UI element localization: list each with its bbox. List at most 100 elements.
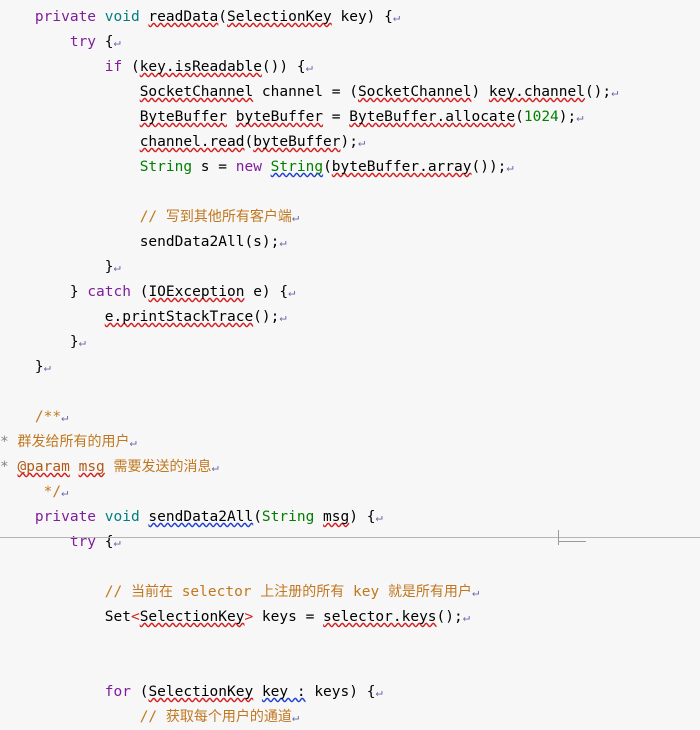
code-token: try xyxy=(69,34,97,50)
code-token: byteBuffer.array xyxy=(331,159,472,175)
code-line[interactable]: if (key.isReadable()) {↵ xyxy=(0,55,700,80)
code-listing[interactable]: private void readData(SelectionKey key) … xyxy=(0,0,700,730)
code-token: e.printStackTrace xyxy=(104,309,254,325)
code-line[interactable]: ByteBuffer byteBuffer = ByteBuffer.alloc… xyxy=(0,105,700,130)
code-token: // xyxy=(139,209,166,225)
code-token: void xyxy=(104,509,140,525)
code-token: msg xyxy=(323,509,350,525)
code-token: * xyxy=(0,459,9,475)
code-line[interactable]: sendData2All(s);↵ xyxy=(0,230,700,255)
code-line[interactable] xyxy=(0,380,700,405)
code-token: Set xyxy=(104,609,131,625)
code-token: key.isReadable xyxy=(139,59,262,75)
paragraph-mark-icon: ↵ xyxy=(576,110,584,124)
code-token: channel.read xyxy=(139,134,245,150)
code-token: e) { xyxy=(244,284,289,300)
code-token: 获取每个用户的通道 xyxy=(165,709,292,725)
paragraph-mark-icon: ↵ xyxy=(611,85,619,99)
code-line[interactable]: try {↵ xyxy=(0,30,700,55)
code-token: readData xyxy=(148,9,219,25)
code-line[interactable]: * @param msg 需要发送的消息↵ xyxy=(0,455,700,480)
code-token: ) xyxy=(471,84,489,100)
code-line[interactable]: */↵ xyxy=(0,480,700,505)
code-line[interactable]: } catch (IOException e) {↵ xyxy=(0,280,700,305)
code-line[interactable]: try {↵ xyxy=(0,530,700,555)
code-token: ( xyxy=(218,9,227,25)
paragraph-mark-icon: ↵ xyxy=(375,510,383,524)
code-token: // xyxy=(104,584,131,600)
paragraph-mark-icon: ↵ xyxy=(61,485,69,499)
code-token: selector.keys xyxy=(323,609,437,625)
code-token: sendData2All(s); xyxy=(139,234,280,250)
code-line[interactable] xyxy=(0,180,700,205)
code-line[interactable]: private void sendData2All(String msg) {↵ xyxy=(0,505,700,530)
code-token: 上注册的所有 xyxy=(260,584,345,600)
code-line[interactable]: private void readData(SelectionKey key) … xyxy=(0,5,700,30)
page-break-corner-icon xyxy=(558,541,586,542)
code-token: ( xyxy=(515,109,524,125)
code-token: selector xyxy=(172,584,261,600)
code-token: ( xyxy=(253,509,262,525)
code-token: SelectionKey xyxy=(227,9,332,25)
code-token: key xyxy=(344,584,388,600)
code-line[interactable]: * 群发给所有的用户↵ xyxy=(0,430,700,455)
code-token: new xyxy=(235,159,262,175)
code-token: String xyxy=(139,159,193,175)
code-line[interactable]: String s = new String(byteBuffer.array()… xyxy=(0,155,700,180)
paragraph-mark-icon: ↵ xyxy=(392,10,401,24)
code-line[interactable]: // 获取每个用户的通道↵ xyxy=(0,705,700,730)
paragraph-mark-icon: ↵ xyxy=(129,435,137,449)
code-line[interactable]: }↵ xyxy=(0,355,700,380)
code-token: ); xyxy=(558,109,577,125)
code-token: ( xyxy=(130,284,149,300)
code-token: ) { xyxy=(349,509,376,525)
code-token: * xyxy=(0,434,9,450)
code-line[interactable]: channel.read(byteBuffer);↵ xyxy=(0,130,700,155)
code-token: keys = xyxy=(253,609,324,625)
code-line[interactable] xyxy=(0,630,700,655)
code-token: 需要发送的消息 xyxy=(113,459,212,475)
code-line[interactable]: // 写到其他所有客户端↵ xyxy=(0,205,700,230)
code-token: SocketChannel xyxy=(139,84,254,100)
code-line[interactable]: }↵ xyxy=(0,255,700,280)
code-token: SocketChannel xyxy=(357,84,472,100)
code-line[interactable]: e.printStackTrace();↵ xyxy=(0,305,700,330)
code-token: String xyxy=(270,159,324,175)
code-line[interactable]: for (SelectionKey key : keys) {↵ xyxy=(0,680,700,705)
code-line[interactable]: // 当前在 selector 上注册的所有 key 就是所有用户↵ xyxy=(0,580,700,605)
code-token: } xyxy=(69,334,79,350)
paragraph-mark-icon: ↵ xyxy=(291,710,300,724)
code-token: key.channel xyxy=(488,84,585,100)
code-line[interactable] xyxy=(0,555,700,580)
code-token: (); xyxy=(584,84,612,100)
code-token: s = xyxy=(192,159,236,175)
code-line[interactable]: Set<SelectionKey> keys = selector.keys()… xyxy=(0,605,700,630)
code-line[interactable]: /**↵ xyxy=(0,405,700,430)
page-break-separator xyxy=(0,537,700,538)
code-line[interactable]: }↵ xyxy=(0,330,700,355)
code-token: channel = ( xyxy=(253,84,358,100)
code-line[interactable] xyxy=(0,655,700,680)
code-line[interactable]: SocketChannel channel = (SocketChannel) … xyxy=(0,80,700,105)
code-token: ByteBuffer.allocate xyxy=(349,109,516,125)
code-token: 群发给所有的用户 xyxy=(17,434,130,450)
code-token: key) { xyxy=(331,9,393,25)
